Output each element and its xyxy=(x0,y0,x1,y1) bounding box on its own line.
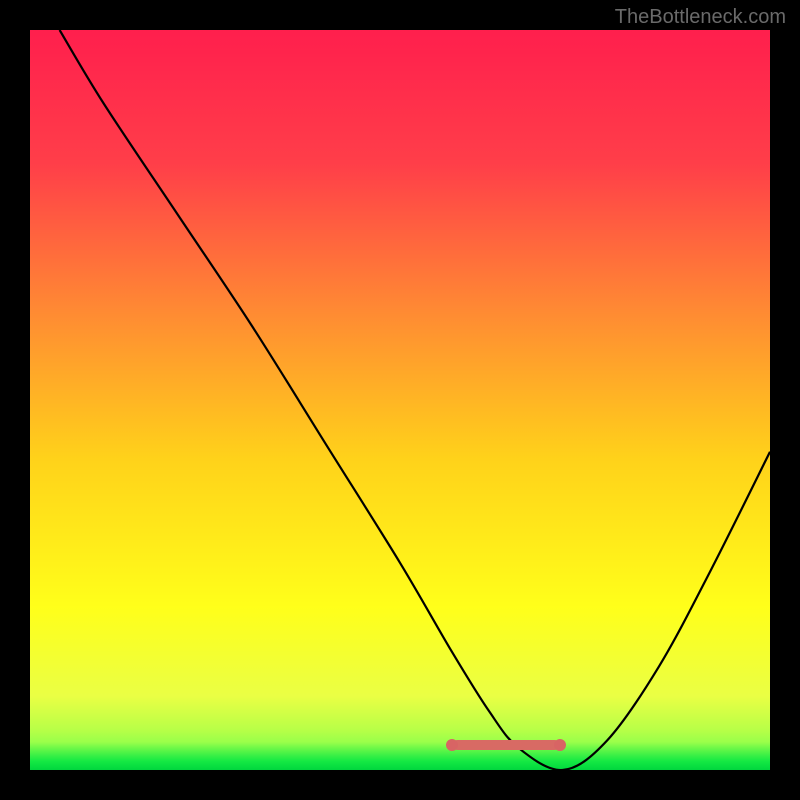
plot-area xyxy=(30,30,770,770)
marker-dot xyxy=(554,739,566,751)
optimal-range-marker xyxy=(452,740,560,750)
watermark-text: TheBottleneck.com xyxy=(615,6,786,29)
marker-dot xyxy=(446,739,458,751)
bottleneck-curve xyxy=(30,30,770,770)
